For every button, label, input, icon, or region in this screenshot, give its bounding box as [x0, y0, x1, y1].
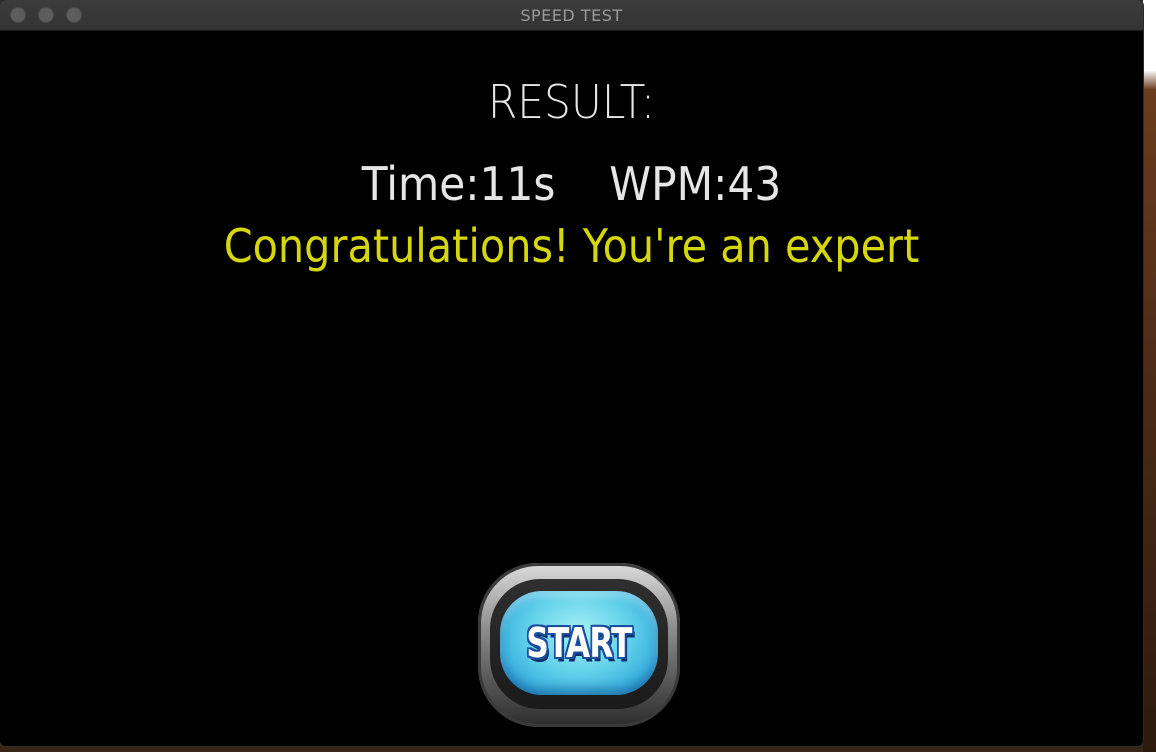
wpm-label: WPM: [609, 157, 728, 211]
window-title: SPEED TEST [520, 6, 623, 25]
stats-line: Time:11s WPM:43 [46, 157, 1098, 211]
stats-spacer [555, 157, 609, 211]
wpm-value: 43 [727, 157, 782, 211]
desktop-background [1143, 0, 1156, 752]
result-heading: RESULT: [487, 75, 656, 129]
result-screen: RESULT: Time:11s WPM:43 Congratulations!… [0, 31, 1143, 746]
time-value: 11s [479, 157, 556, 211]
app-window: SPEED TEST RESULT: Time:11s WPM:43 Congr… [0, 0, 1143, 746]
time-label: Time: [361, 157, 480, 211]
title-bar: SPEED TEST [0, 0, 1143, 31]
start-button-label: START [526, 619, 632, 667]
result-message: Congratulations! You're an expert [223, 219, 920, 273]
start-button[interactable]: START [478, 563, 680, 727]
